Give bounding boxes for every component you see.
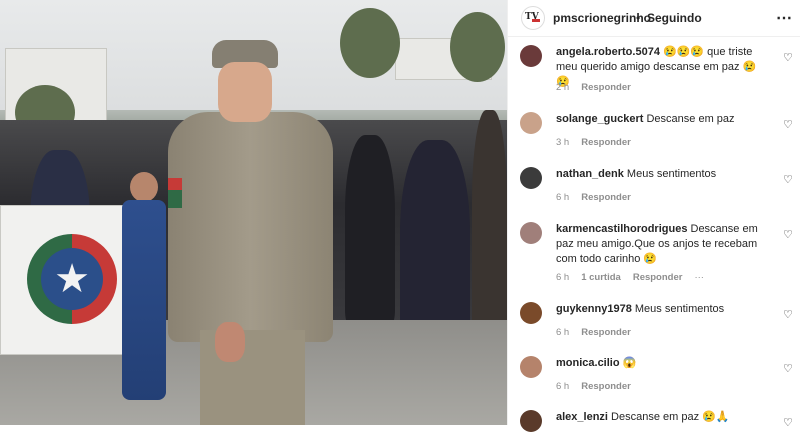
comment-body: Meus sentimentos <box>631 303 725 315</box>
commenter-avatar[interactable] <box>520 167 542 189</box>
separator-dot: • <box>636 11 641 25</box>
commenter-avatar[interactable] <box>520 410 542 432</box>
commenter-username[interactable]: karmencastilhorodrigues <box>556 223 687 235</box>
commenter-username[interactable]: guykenny1978 <box>556 303 632 315</box>
commenter-avatar[interactable] <box>520 302 542 324</box>
comment-text: solange_guckert Descanse em paz <box>556 112 766 127</box>
commenter-username[interactable]: monica.cilio <box>556 357 620 369</box>
more-options-icon[interactable]: ⋯ <box>776 8 793 28</box>
comment-text: karmencastilhorodrigues Descanse em paz … <box>556 222 766 267</box>
comment-body: Meus sentimentos <box>623 168 717 180</box>
post-photo: ★ <box>0 0 507 425</box>
comment-options-icon[interactable]: ··· <box>694 272 704 283</box>
like-heart-icon[interactable]: ♡ <box>783 173 793 186</box>
comment-meta: 6 h Responder <box>556 381 643 392</box>
comment-meta: 6 h 1 curtida Responder ··· <box>556 272 716 283</box>
commenter-username[interactable]: angela.roberto.5074 <box>556 46 660 58</box>
commenter-username[interactable]: alex_lenzi <box>556 411 608 423</box>
comment-time: 6 h <box>556 272 570 283</box>
comments-panel: TV pmscrionegrinho • Seguindo ⋯ angela.r… <box>507 0 800 432</box>
commenter-username[interactable]: solange_guckert <box>556 113 643 125</box>
comment-meta: 6 h Responder <box>556 192 643 203</box>
reply-button[interactable]: Responder <box>581 192 631 203</box>
comment-body: Descanse em paz <box>643 113 735 125</box>
flag-emblem: ★ <box>27 234 117 324</box>
comment-text: monica.cilio 😱 <box>556 356 766 371</box>
commenter-avatar[interactable] <box>520 222 542 244</box>
comment-body: 😱 <box>619 357 637 369</box>
follow-button[interactable]: Seguindo <box>647 11 702 25</box>
comment-time: 6 h <box>556 381 570 392</box>
like-heart-icon[interactable]: ♡ <box>783 416 793 429</box>
photo-tree <box>340 8 400 78</box>
comment-time: 6 h <box>556 327 570 338</box>
commenter-avatar[interactable] <box>520 45 542 67</box>
like-heart-icon[interactable]: ♡ <box>783 228 793 241</box>
reply-button[interactable]: Responder <box>581 327 631 338</box>
profile-avatar[interactable]: TV <box>521 6 545 30</box>
photo-person <box>472 110 507 340</box>
comment-likes[interactable]: 1 curtida <box>581 272 621 283</box>
like-heart-icon[interactable]: ♡ <box>783 51 793 64</box>
comment-meta: 3 h Responder <box>556 137 643 148</box>
photo-soldier <box>160 40 340 425</box>
like-heart-icon[interactable]: ♡ <box>783 308 793 321</box>
comment-body: Descanse em paz 😢🙏 <box>607 411 730 423</box>
comment-meta: 2 h Responder <box>556 82 643 93</box>
post-header: TV pmscrionegrinho • Seguindo ⋯ <box>508 0 800 37</box>
comment-text: nathan_denk Meus sentimentos <box>556 167 766 182</box>
commenter-avatar[interactable] <box>520 356 542 378</box>
comment-time: 2 h <box>556 82 570 93</box>
comment-time: 6 h <box>556 192 570 203</box>
photo-person <box>345 135 395 325</box>
like-heart-icon[interactable]: ♡ <box>783 362 793 375</box>
reply-button[interactable]: Responder <box>581 137 631 148</box>
comment-time: 3 h <box>556 137 570 148</box>
reply-button[interactable]: Responder <box>581 82 631 93</box>
comment-text: guykenny1978 Meus sentimentos <box>556 302 766 317</box>
commenter-avatar[interactable] <box>520 112 542 134</box>
photo-tree <box>450 12 505 82</box>
reply-button[interactable]: Responder <box>633 272 683 283</box>
comment-meta: 6 h Responder <box>556 327 643 338</box>
comment-text: alex_lenzi Descanse em paz 😢🙏 <box>556 410 766 425</box>
reply-button[interactable]: Responder <box>581 381 631 392</box>
like-heart-icon[interactable]: ♡ <box>783 118 793 131</box>
commenter-username[interactable]: nathan_denk <box>556 168 624 180</box>
